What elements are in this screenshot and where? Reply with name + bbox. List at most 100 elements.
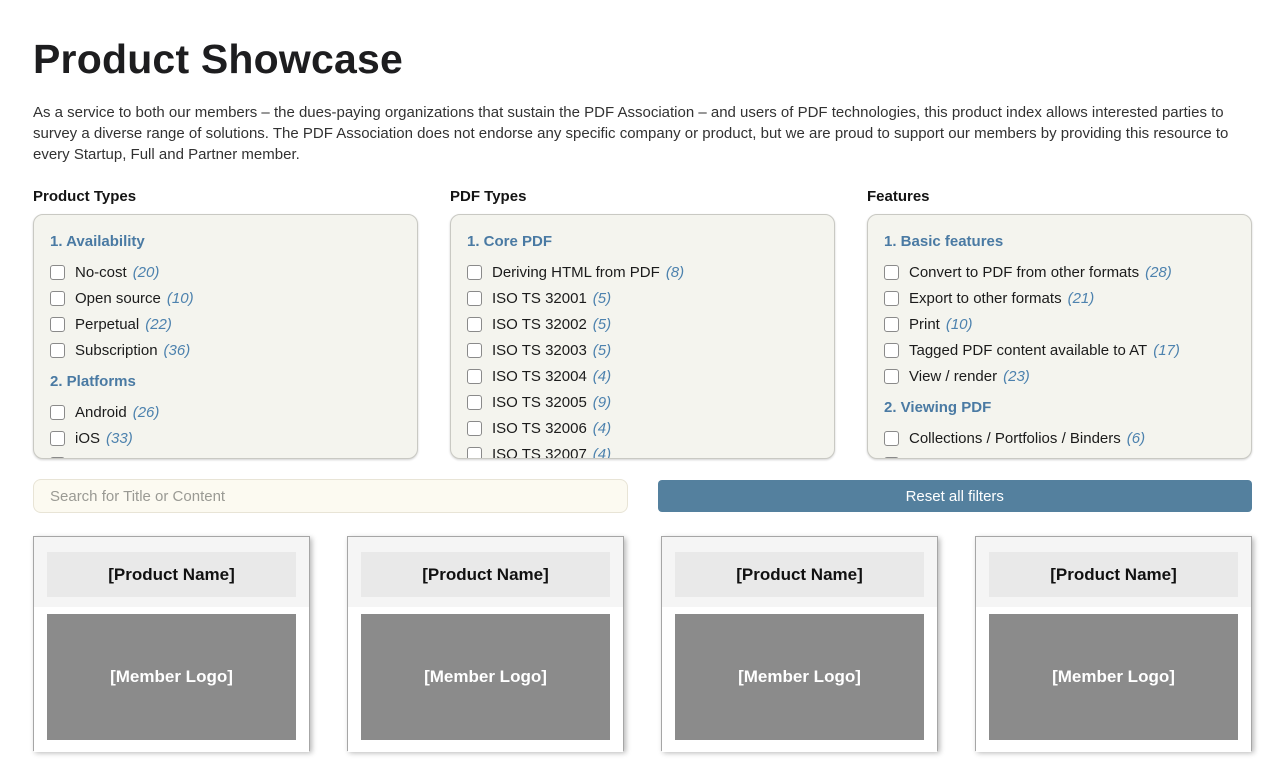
filter-item-label: Linux [75, 456, 111, 460]
product-card[interactable]: [Product Name] [Member Logo] [347, 536, 624, 751]
filter-item[interactable]: View / render (23) [884, 363, 1235, 389]
filter-item-count: (6) [1067, 456, 1085, 460]
filter-item-label: ISO TS 32002 [492, 316, 587, 333]
checkbox[interactable] [884, 317, 899, 332]
filter-item-count: (28) [1145, 264, 1172, 281]
filter-group-heading: 2. Viewing PDF [884, 399, 1235, 416]
filter-item-label: Collections / Portfolios / Binders [909, 430, 1121, 447]
filter-item-label: iOS [75, 430, 100, 447]
filter-item[interactable]: Print (10) [884, 311, 1235, 337]
filter-item-label: Open source [75, 290, 161, 307]
checkbox[interactable] [467, 369, 482, 384]
filter-item[interactable]: Linux (75) [50, 451, 401, 459]
filter-item[interactable]: Android (26) [50, 399, 401, 425]
filter-item-label: Tagged PDF content available to AT [909, 342, 1147, 359]
filter-item-label: Perpetual [75, 316, 139, 333]
filter-item[interactable]: ISO TS 32007 (4) [467, 441, 818, 459]
product-card-header: [Product Name] [976, 537, 1251, 607]
filter-item-count: (17) [1153, 342, 1180, 359]
filter-item-label: Android [75, 404, 127, 421]
filter-item[interactable]: Export to other formats (21) [884, 285, 1235, 311]
product-card-body: [Member Logo] [662, 607, 937, 752]
member-logo-placeholder: [Member Logo] [361, 614, 610, 740]
filter-item[interactable]: Subscription (36) [50, 337, 401, 363]
product-card-body: [Member Logo] [348, 607, 623, 752]
page-container: Product Showcase As a service to both ou… [33, 36, 1252, 751]
reset-all-filters-button[interactable]: Reset all filters [658, 480, 1253, 512]
checkbox[interactable] [467, 317, 482, 332]
filter-item-label: ISO TS 32001 [492, 290, 587, 307]
product-name: [Product Name] [989, 552, 1238, 597]
product-name: [Product Name] [361, 552, 610, 597]
filter-item[interactable]: ISO TS 32001 (5) [467, 285, 818, 311]
filter-item-count: (10) [167, 290, 194, 307]
product-card[interactable]: [Product Name] [Member Logo] [975, 536, 1252, 751]
filter-item[interactable]: ISO TS 32005 (9) [467, 389, 818, 415]
filter-column-title: PDF Types [450, 188, 835, 205]
checkbox[interactable] [884, 265, 899, 280]
filter-item-count: (10) [946, 316, 973, 333]
filter-item-label: Convert to PDF from other formats [909, 264, 1139, 281]
product-name: [Product Name] [47, 552, 296, 597]
filter-group-heading: 2. Platforms [50, 373, 401, 390]
filter-item-label: ISO TS 32005 [492, 394, 587, 411]
filter-item-label: No-cost [75, 264, 127, 281]
filter-item[interactable]: Deriving HTML from PDF (8) [467, 259, 818, 285]
checkbox[interactable] [884, 457, 899, 460]
filter-item[interactable]: iOS (33) [50, 425, 401, 451]
filter-item[interactable]: Convert to PDF from other formats (28) [884, 259, 1235, 285]
filter-item[interactable]: ISO TS 32004 (4) [467, 363, 818, 389]
checkbox[interactable] [467, 421, 482, 436]
checkbox[interactable] [467, 343, 482, 358]
filter-item[interactable]: No-cost (20) [50, 259, 401, 285]
checkbox[interactable] [50, 317, 65, 332]
filter-checkbox-list[interactable]: 1. Availability No-cost (20) Open source… [33, 214, 418, 459]
checkbox[interactable] [467, 447, 482, 460]
checkbox[interactable] [50, 457, 65, 460]
checkbox[interactable] [884, 291, 899, 306]
product-card[interactable]: [Product Name] [Member Logo] [661, 536, 938, 751]
filter-item-count: (26) [133, 404, 160, 421]
checkbox[interactable] [884, 431, 899, 446]
filter-item[interactable]: Collections / Portfolios / Binders (6) [884, 425, 1235, 451]
filter-item-label: Display XMP metadata [909, 456, 1061, 460]
filter-item[interactable]: Display XMP metadata (6) [884, 451, 1235, 459]
intro-paragraph: As a service to both our members – the d… [33, 102, 1252, 165]
checkbox[interactable] [467, 395, 482, 410]
checkbox[interactable] [884, 343, 899, 358]
filter-item-count: (33) [106, 430, 133, 447]
filter-item[interactable]: Perpetual (22) [50, 311, 401, 337]
checkbox[interactable] [50, 265, 65, 280]
filter-item[interactable]: Open source (10) [50, 285, 401, 311]
filter-item[interactable]: Tagged PDF content available to AT (17) [884, 337, 1235, 363]
product-card-body: [Member Logo] [34, 607, 309, 752]
filter-column: PDF Types 1. Core PDF Deriving HTML from… [450, 188, 835, 459]
filter-checkbox-list[interactable]: 1. Core PDF Deriving HTML from PDF (8) I… [450, 214, 835, 459]
product-card[interactable]: [Product Name] [Member Logo] [33, 536, 310, 751]
filter-item[interactable]: ISO TS 32006 (4) [467, 415, 818, 441]
filter-checkbox-list[interactable]: 1. Basic features Convert to PDF from ot… [867, 214, 1252, 459]
product-card-body: [Member Logo] [976, 607, 1251, 752]
member-logo-placeholder: [Member Logo] [675, 614, 924, 740]
search-input[interactable] [33, 479, 628, 513]
checkbox[interactable] [467, 265, 482, 280]
filter-group-heading: 1. Availability [50, 233, 401, 250]
filter-item[interactable]: ISO TS 32003 (5) [467, 337, 818, 363]
filter-item[interactable]: ISO TS 32002 (5) [467, 311, 818, 337]
checkbox[interactable] [467, 291, 482, 306]
product-cards-row: [Product Name] [Member Logo] [Product Na… [33, 536, 1252, 751]
checkbox[interactable] [884, 369, 899, 384]
checkbox[interactable] [50, 291, 65, 306]
filter-item-count: (6) [1127, 430, 1145, 447]
filter-item-label: ISO TS 32004 [492, 368, 587, 385]
filter-column-title: Product Types [33, 188, 418, 205]
checkbox[interactable] [50, 431, 65, 446]
filter-item-label: Print [909, 316, 940, 333]
checkbox[interactable] [50, 405, 65, 420]
filter-item-count: (9) [593, 394, 611, 411]
checkbox[interactable] [50, 343, 65, 358]
filter-item-count: (20) [133, 264, 160, 281]
filter-item-count: (36) [164, 342, 191, 359]
filter-group-heading: 1. Core PDF [467, 233, 818, 250]
filter-item-label: Deriving HTML from PDF [492, 264, 660, 281]
